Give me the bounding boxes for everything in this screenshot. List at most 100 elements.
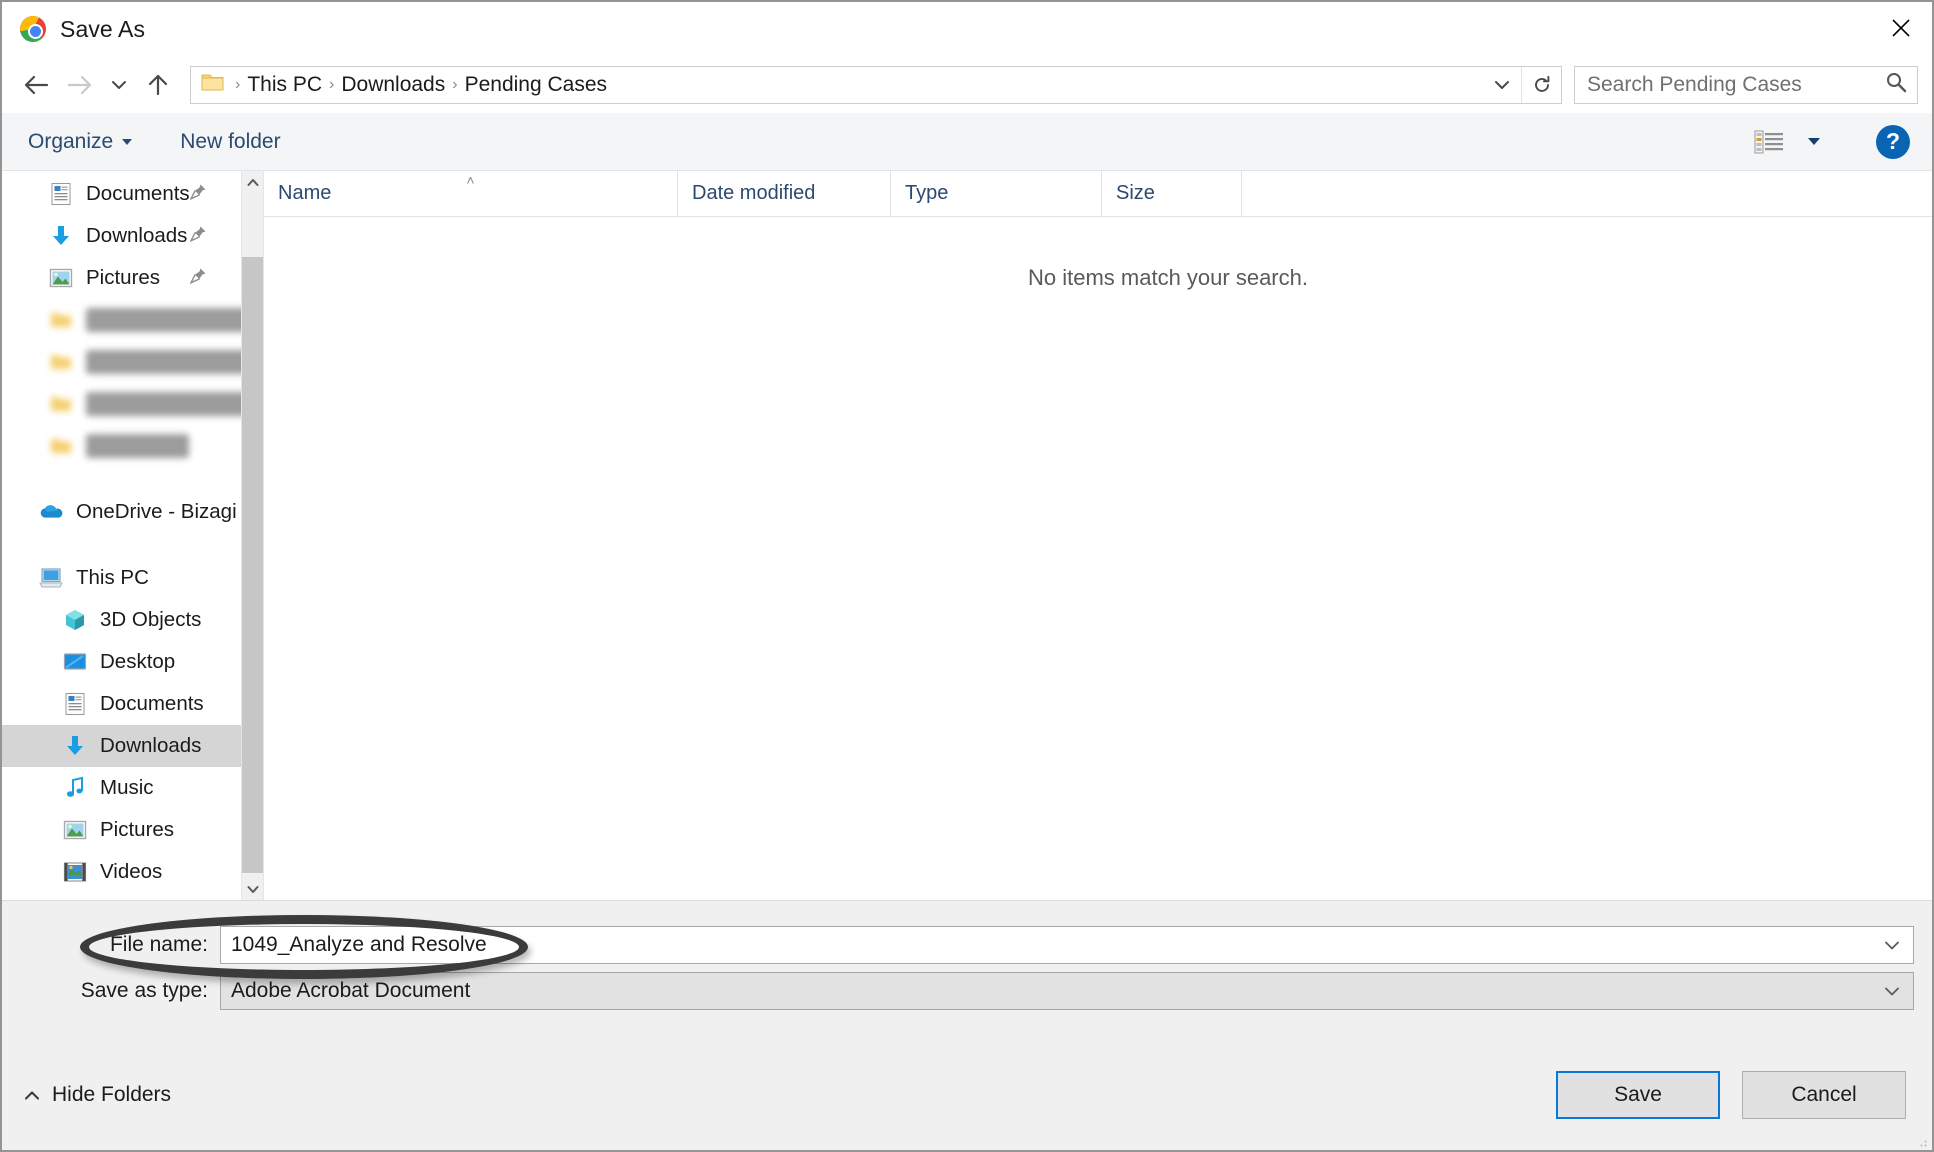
breadcrumb-separator: › bbox=[329, 75, 335, 93]
sidebar-item-label: Redacted folder name bbox=[86, 308, 263, 332]
up-arrow-icon[interactable] bbox=[136, 63, 180, 107]
close-icon[interactable] bbox=[1870, 2, 1932, 54]
sidebar-item-label: Pictures bbox=[100, 818, 175, 841]
sidebar-item-label: Redact xx bbox=[86, 434, 189, 458]
sidebar-item-redacted-3[interactable]: Redacted folder nam bbox=[2, 383, 263, 425]
address-bar[interactable]: › This PC › Downloads › Pending Cases bbox=[190, 65, 1562, 104]
hide-folders-button[interactable]: Hide Folders bbox=[24, 1083, 171, 1107]
toolbar-right-group: ? bbox=[1754, 124, 1910, 159]
pin-icon[interactable] bbox=[189, 182, 207, 206]
cancel-button[interactable]: Cancel bbox=[1742, 1071, 1906, 1119]
view-chevron-down-icon[interactable] bbox=[1808, 138, 1820, 145]
downloads-icon bbox=[48, 223, 74, 249]
sidebar-item-this-pc[interactable]: This PC bbox=[2, 557, 263, 599]
new-folder-button[interactable]: New folder bbox=[180, 130, 280, 154]
scrollbar-thumb[interactable] bbox=[242, 257, 263, 873]
address-chevron-down-icon[interactable] bbox=[1483, 67, 1521, 103]
sidebar-item-label: This PC bbox=[76, 566, 149, 589]
folder-icon bbox=[48, 307, 74, 333]
3d-objects-icon bbox=[62, 607, 88, 633]
save-as-type-value: Adobe Acrobat Document bbox=[231, 979, 471, 1002]
column-header-name[interactable]: ˄ Name bbox=[264, 171, 678, 216]
save-as-type-field[interactable]: Adobe Acrobat Document bbox=[220, 972, 1914, 1010]
organize-button[interactable]: Organize bbox=[28, 130, 133, 154]
sidebar-item-videos[interactable]: Videos bbox=[2, 851, 263, 893]
this-pc-icon bbox=[38, 565, 64, 591]
column-header-date-modified[interactable]: Date modified bbox=[678, 171, 891, 216]
sidebar-item-redacted-1[interactable]: Redacted folder name bbox=[2, 299, 263, 341]
breadcrumb-item-pending-cases[interactable]: Pending Cases bbox=[460, 73, 612, 97]
refresh-icon[interactable] bbox=[1521, 66, 1561, 103]
save-as-type-chevron-down-icon[interactable] bbox=[1871, 973, 1913, 1009]
sidebar-item-label: Desktop bbox=[100, 650, 176, 673]
sidebar-item-desktop[interactable]: Desktop bbox=[2, 641, 263, 683]
search-box[interactable] bbox=[1574, 65, 1918, 104]
breadcrumb-item-downloads[interactable]: Downloads bbox=[336, 73, 450, 97]
pictures-icon bbox=[48, 265, 74, 291]
recent-locations-chevron-down-icon[interactable] bbox=[102, 63, 136, 107]
sidebar-item-label: Documents bbox=[100, 692, 204, 715]
breadcrumb-item-this-pc[interactable]: This PC bbox=[242, 73, 327, 97]
save-as-type-row: Save as type: Adobe Acrobat Document bbox=[20, 969, 1914, 1013]
title-bar: Save As bbox=[2, 2, 1932, 56]
documents-icon bbox=[48, 181, 74, 207]
sidebar-item-redacted-4[interactable]: Redact xx bbox=[2, 425, 263, 467]
scroll-down-chevron-down-icon[interactable] bbox=[242, 878, 263, 900]
save-button[interactable]: Save bbox=[1556, 1071, 1720, 1119]
sidebar-item-label: 3D Objects bbox=[100, 608, 202, 631]
sidebar-item-label: Downloads bbox=[100, 734, 202, 757]
back-arrow-icon[interactable] bbox=[14, 63, 58, 107]
forward-arrow-icon bbox=[58, 63, 102, 107]
file-name-value[interactable]: 1049_Analyze and Resolve bbox=[231, 933, 1871, 957]
sidebar-item-label: Redacted folder nam bbox=[86, 392, 263, 416]
breadcrumb-separator: › bbox=[235, 75, 241, 93]
column-header-type[interactable]: Type bbox=[891, 171, 1102, 216]
pin-icon[interactable] bbox=[189, 224, 207, 248]
folder-icon bbox=[48, 433, 74, 459]
sidebar-item-downloads[interactable]: Downloads bbox=[2, 725, 263, 767]
sidebar-item-label: Pictures bbox=[86, 266, 161, 289]
documents-icon bbox=[62, 691, 88, 717]
sidebar-item-downloads-quick[interactable]: Downloads bbox=[2, 215, 263, 257]
sidebar-item-redacted-2[interactable]: Redacted folder name A bbox=[2, 341, 263, 383]
column-label: Date modified bbox=[692, 182, 816, 204]
desktop-icon bbox=[62, 649, 88, 675]
folder-icon bbox=[48, 391, 74, 417]
sidebar-item-onedrive[interactable]: OneDrive - Bizagi bbox=[2, 491, 263, 533]
new-folder-label: New folder bbox=[180, 129, 281, 153]
file-name-chevron-down-icon[interactable] bbox=[1871, 927, 1913, 963]
sidebar-scrollbar[interactable] bbox=[241, 171, 263, 900]
chrome-icon bbox=[20, 16, 46, 42]
sidebar-item-pictures[interactable]: Pictures bbox=[2, 809, 263, 851]
folder-icon bbox=[48, 349, 74, 375]
save-as-type-label: Save as type: bbox=[80, 979, 208, 1002]
column-header-size[interactable]: Size bbox=[1102, 171, 1242, 216]
column-label: Size bbox=[1116, 182, 1155, 204]
sidebar-item-documents-quick[interactable]: Documents bbox=[2, 173, 263, 215]
pin-icon[interactable] bbox=[189, 266, 207, 290]
resize-grip[interactable] bbox=[1916, 1135, 1928, 1147]
scroll-up-chevron-up-icon[interactable] bbox=[242, 171, 263, 193]
search-input[interactable] bbox=[1587, 72, 1885, 97]
sidebar-item-label: Music bbox=[100, 776, 154, 799]
list-view-icon[interactable] bbox=[1754, 129, 1784, 155]
sidebar-item-label: Downloads bbox=[86, 224, 188, 247]
file-name-row: File name: 1049_Analyze and Resolve bbox=[20, 923, 1914, 967]
help-icon[interactable]: ? bbox=[1876, 124, 1910, 159]
sidebar-item-windows-c[interactable]: Windows (C:) bbox=[2, 893, 263, 900]
sidebar-item-documents[interactable]: Documents bbox=[2, 683, 263, 725]
sidebar-item-pictures-quick[interactable]: Pictures bbox=[2, 257, 263, 299]
sidebar-item-music[interactable]: Music bbox=[2, 767, 263, 809]
file-name-field[interactable]: 1049_Analyze and Resolve bbox=[220, 926, 1914, 964]
dialog-body: Documents Downloads Pictures OneDrive - … bbox=[2, 171, 1932, 900]
empty-state-message: No items match your search. bbox=[1028, 265, 1308, 290]
navigation-tree: Documents Downloads Pictures OneDrive - … bbox=[2, 171, 263, 900]
navigation-bar: › This PC › Downloads › Pending Cases bbox=[2, 56, 1932, 113]
search-icon[interactable] bbox=[1885, 71, 1907, 98]
sidebar-item-label: Documents bbox=[86, 182, 190, 205]
column-label: Type bbox=[905, 182, 949, 204]
sidebar-item-3d-objects[interactable]: 3D Objects bbox=[2, 599, 263, 641]
breadcrumb-separator: › bbox=[452, 75, 458, 93]
chevron-up-icon bbox=[24, 1083, 40, 1107]
